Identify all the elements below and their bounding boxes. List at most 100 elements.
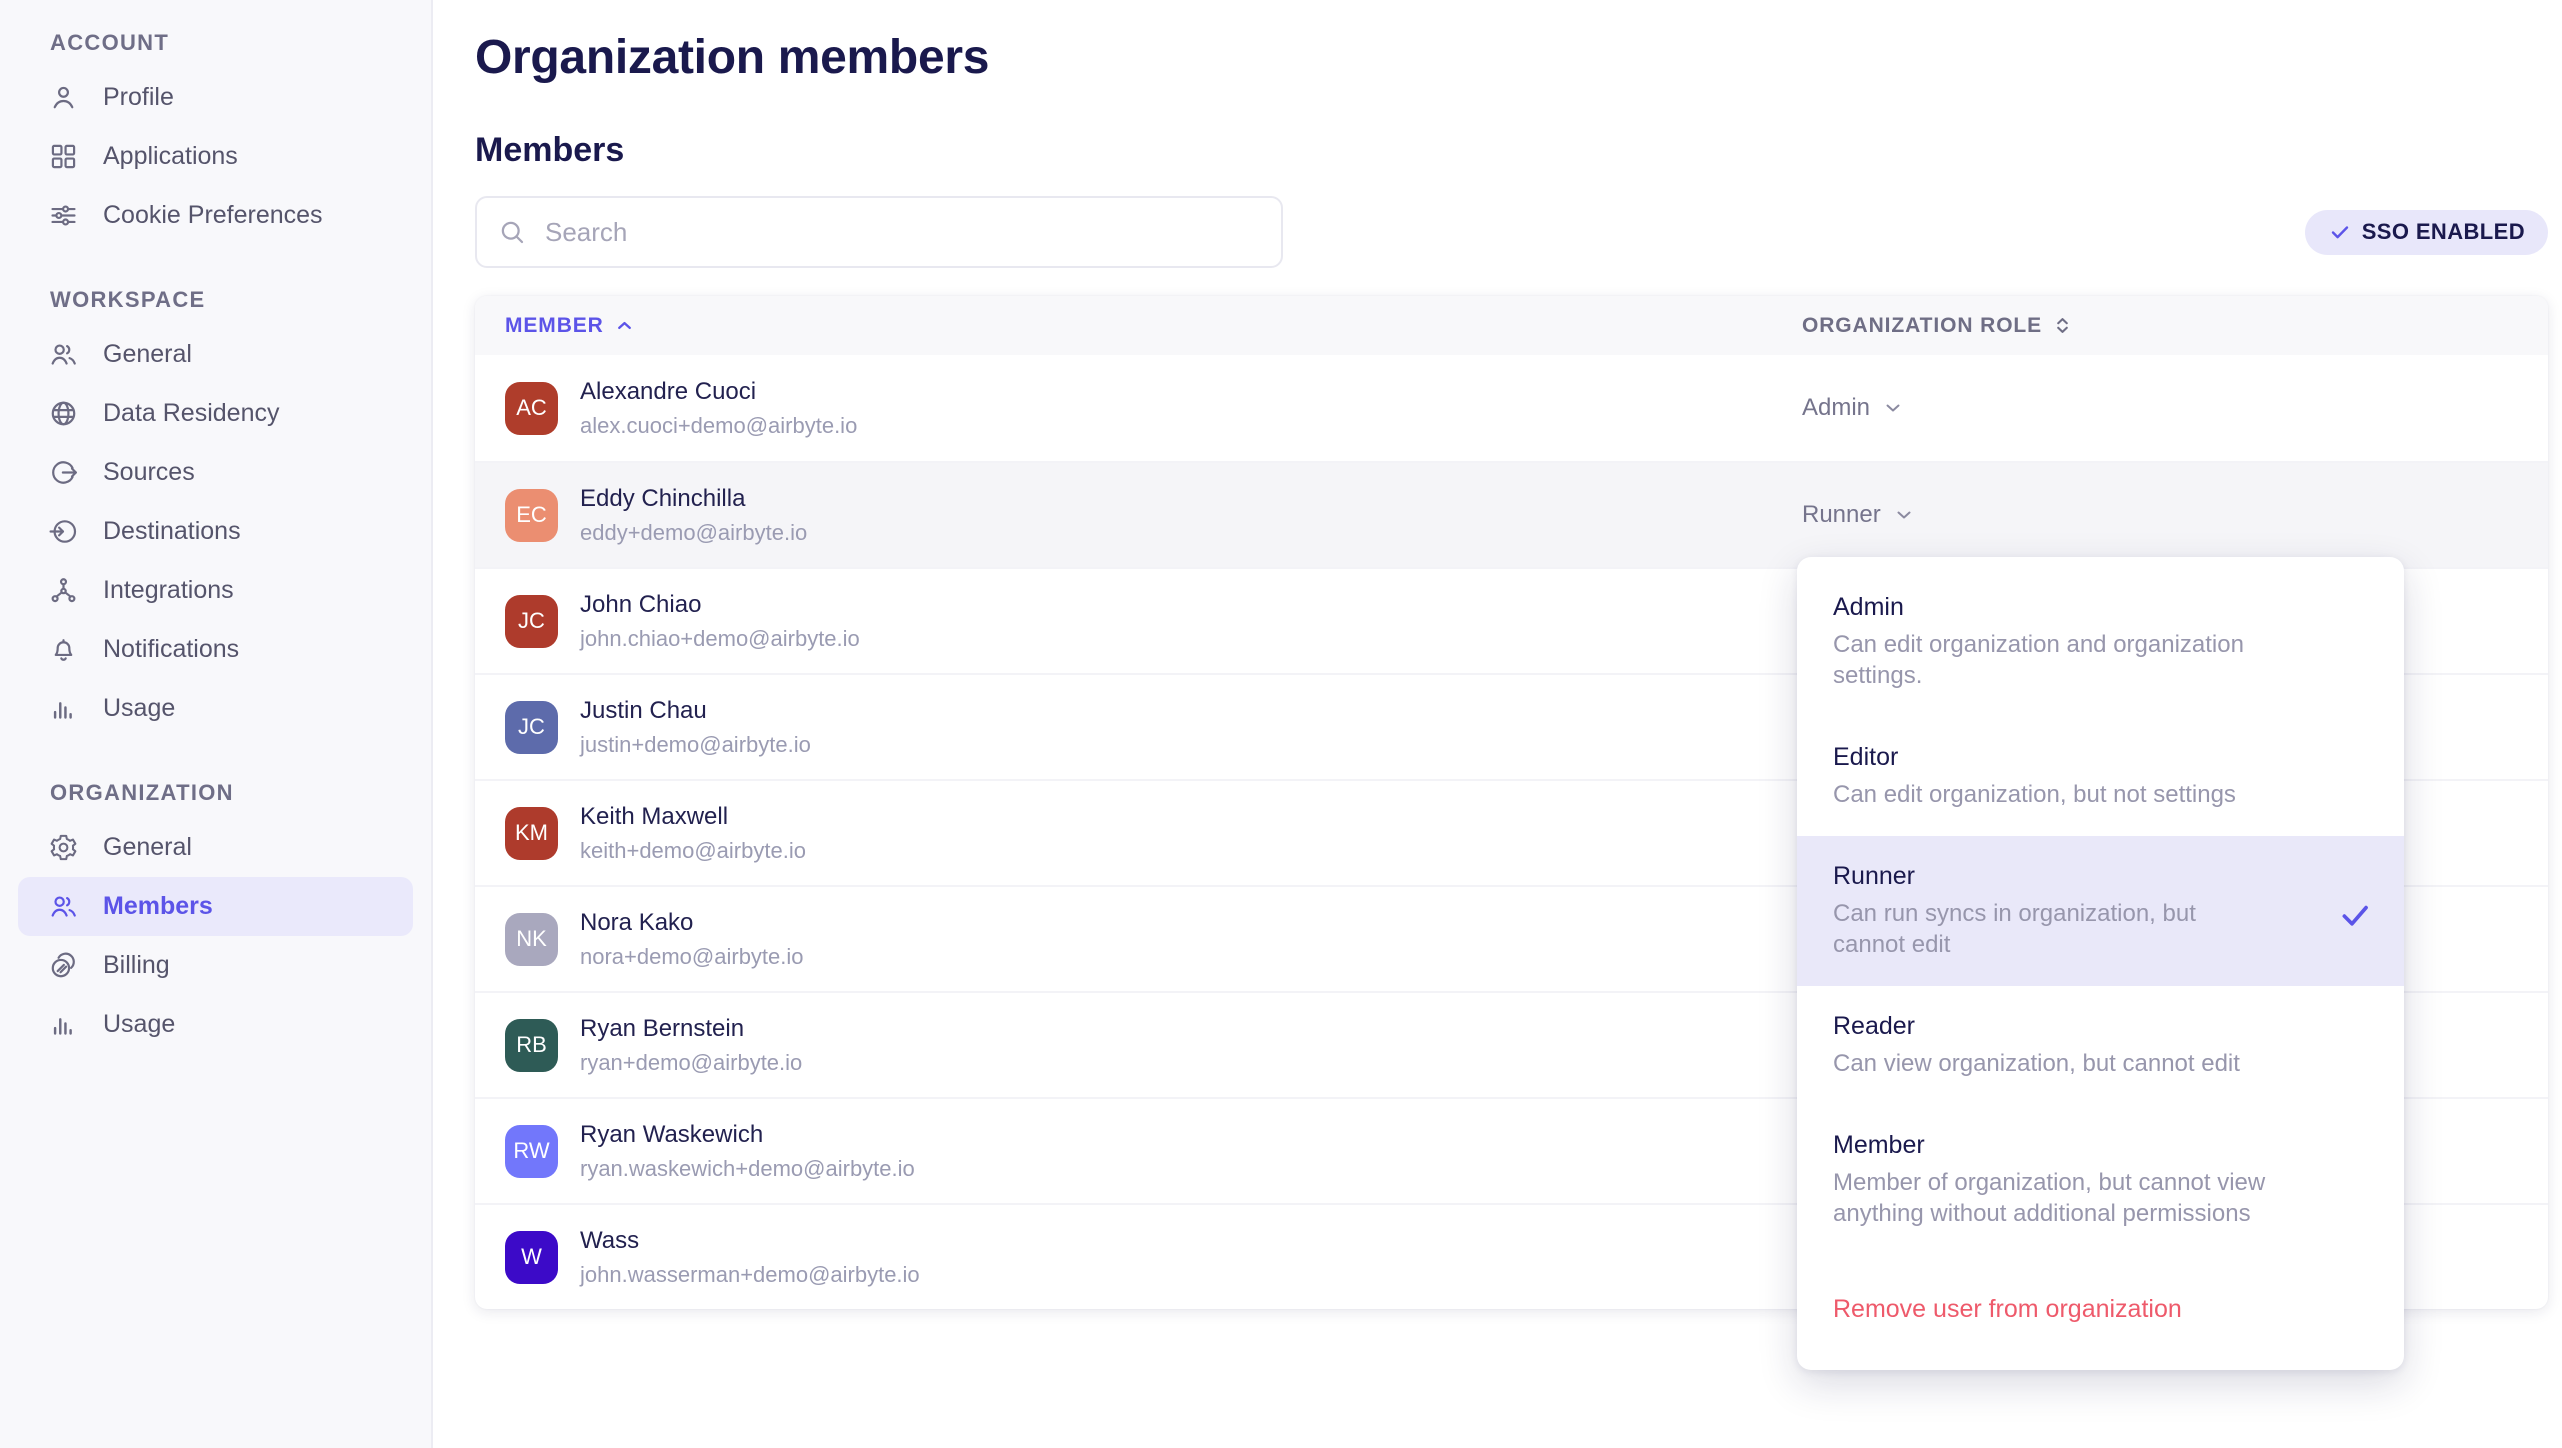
role-option[interactable]: Editor Can edit organization, but not se… xyxy=(1797,717,2404,836)
sidebar-item[interactable]: Usage xyxy=(18,679,413,738)
sidebar-item-icon xyxy=(48,339,79,370)
member-identity: Alexandre Cuoci alex.cuoci+demo@airbyte.… xyxy=(580,378,857,439)
role-option[interactable]: Admin Can edit organization and organiza… xyxy=(1797,567,2404,717)
member-name: Ryan Bernstein xyxy=(580,1015,802,1043)
sidebar-item[interactable]: Applications xyxy=(18,127,413,186)
sidebar-item-icon xyxy=(48,516,79,547)
sidebar-section-organization: ORGANIZATION General Members Billing Usa… xyxy=(18,780,413,1054)
sidebar-section-workspace: WORKSPACE General Data Residency Sources… xyxy=(18,287,413,738)
member-name: Ryan Waskewich xyxy=(580,1121,915,1149)
check-icon xyxy=(2328,220,2352,244)
settings-sidebar: ACCOUNT Profile Applications Cookie Pref… xyxy=(0,0,433,1448)
sidebar-item[interactable]: Members xyxy=(18,877,413,936)
member-identity: Ryan Waskewich ryan.waskewich+demo@airby… xyxy=(580,1121,915,1182)
avatar: JC xyxy=(505,595,558,648)
search-input[interactable] xyxy=(543,216,1261,249)
member-cell: EC Eddy Chinchilla eddy+demo@airbyte.io xyxy=(475,485,1802,546)
sidebar-item-icon xyxy=(48,200,79,231)
sidebar-item[interactable]: Cookie Preferences xyxy=(18,186,413,245)
member-name: Alexandre Cuoci xyxy=(580,378,857,406)
sidebar-item[interactable]: Usage xyxy=(18,995,413,1054)
table-row: AC Alexandre Cuoci alex.cuoci+demo@airby… xyxy=(475,355,2548,461)
role-option[interactable]: Member Member of organization, but canno… xyxy=(1797,1105,2404,1255)
sidebar-item[interactable]: Sources xyxy=(18,443,413,502)
section-label-organization: ORGANIZATION xyxy=(50,780,413,806)
member-name: John Chiao xyxy=(580,591,860,619)
sidebar-item-label: Members xyxy=(103,892,213,921)
search-icon xyxy=(497,217,527,247)
member-identity: Ryan Bernstein ryan+demo@airbyte.io xyxy=(580,1015,802,1076)
member-email: justin+demo@airbyte.io xyxy=(580,732,811,758)
sidebar-item-label: Sources xyxy=(103,458,195,487)
sidebar-item-label: Cookie Preferences xyxy=(103,201,323,230)
role-option[interactable]: Reader Can view organization, but cannot… xyxy=(1797,986,2404,1105)
avatar: RW xyxy=(505,1125,558,1178)
sidebar-item[interactable]: General xyxy=(18,325,413,384)
sidebar-item[interactable]: Billing xyxy=(18,936,413,995)
chevron-down-icon xyxy=(1881,396,1905,420)
sidebar-item-icon xyxy=(48,832,79,863)
member-email: ryan+demo@airbyte.io xyxy=(580,1050,802,1076)
member-cell: KM Keith Maxwell keith+demo@airbyte.io xyxy=(475,803,1802,864)
sidebar-item-icon xyxy=(48,575,79,606)
role-value: Admin xyxy=(1802,394,1870,422)
sidebar-item[interactable]: Profile xyxy=(18,68,413,127)
table-row: EC Eddy Chinchilla eddy+demo@airbyte.io … xyxy=(475,461,2548,567)
section-label-workspace: WORKSPACE xyxy=(50,287,413,313)
avatar: EC xyxy=(505,489,558,542)
member-identity: John Chiao john.chiao+demo@airbyte.io xyxy=(580,591,860,652)
role-dropdown-trigger[interactable]: Admin xyxy=(1802,394,1905,422)
sidebar-item-label: Profile xyxy=(103,83,174,112)
role-option[interactable]: Runner Can run syncs in organization, bu… xyxy=(1797,836,2404,986)
sidebar-item-icon xyxy=(48,693,79,724)
sidebar-item-label: Applications xyxy=(103,142,238,171)
avatar: RB xyxy=(505,1019,558,1072)
member-email: alex.cuoci+demo@airbyte.io xyxy=(580,413,857,439)
role-option-title: Reader xyxy=(1833,1012,2368,1041)
member-identity: Eddy Chinchilla eddy+demo@airbyte.io xyxy=(580,485,807,546)
section-label-account: ACCOUNT xyxy=(50,30,413,56)
remove-user-button[interactable]: Remove user from organization xyxy=(1797,1269,2404,1358)
member-cell: RW Ryan Waskewich ryan.waskewich+demo@ai… xyxy=(475,1121,1802,1182)
sidebar-item[interactable]: Destinations xyxy=(18,502,413,561)
member-identity: Nora Kako nora+demo@airbyte.io xyxy=(580,909,804,970)
sidebar-item-icon xyxy=(48,82,79,113)
member-identity: Justin Chau justin+demo@airbyte.io xyxy=(580,697,811,758)
role-option-title: Editor xyxy=(1833,743,2368,772)
column-header-role[interactable]: ORGANIZATION ROLE xyxy=(1802,314,2074,338)
role-dropdown-menu: Admin Can edit organization and organiza… xyxy=(1797,557,2404,1370)
role-option-title: Admin xyxy=(1833,593,2368,622)
sidebar-item[interactable]: Data Residency xyxy=(18,384,413,443)
member-name: Nora Kako xyxy=(580,909,804,937)
avatar: AC xyxy=(505,382,558,435)
avatar: NK xyxy=(505,913,558,966)
member-email: john.wasserman+demo@airbyte.io xyxy=(580,1262,920,1288)
main-content: Organization members Members SSO ENABLED… xyxy=(433,0,2562,1448)
sidebar-item[interactable]: Integrations xyxy=(18,561,413,620)
role-option-description: Can edit organization and organization s… xyxy=(1833,629,2368,691)
sso-badge-label: SSO ENABLED xyxy=(2362,219,2525,245)
member-email: eddy+demo@airbyte.io xyxy=(580,520,807,546)
member-cell: JC Justin Chau justin+demo@airbyte.io xyxy=(475,697,1802,758)
sidebar-item-label: Notifications xyxy=(103,635,239,664)
sso-enabled-badge: SSO ENABLED xyxy=(2305,210,2548,255)
sidebar-item-label: Destinations xyxy=(103,517,241,546)
sidebar-item-label: Usage xyxy=(103,1010,175,1039)
avatar: KM xyxy=(505,807,558,860)
member-cell: W Wass john.wasserman+demo@airbyte.io xyxy=(475,1227,1802,1288)
member-email: john.chiao+demo@airbyte.io xyxy=(580,626,860,652)
column-header-member[interactable]: MEMBER xyxy=(475,314,1802,338)
sidebar-item-icon xyxy=(48,634,79,665)
role-dropdown-trigger[interactable]: Runner xyxy=(1802,501,1916,529)
sidebar-item[interactable]: Notifications xyxy=(18,620,413,679)
member-email: keith+demo@airbyte.io xyxy=(580,838,806,864)
member-cell: RB Ryan Bernstein ryan+demo@airbyte.io xyxy=(475,1015,1802,1076)
member-cell: JC John Chiao john.chiao+demo@airbyte.io xyxy=(475,591,1802,652)
sort-ascending-icon xyxy=(613,314,636,337)
role-option-title: Member xyxy=(1833,1131,2368,1160)
sidebar-item-icon xyxy=(48,1009,79,1040)
member-email: nora+demo@airbyte.io xyxy=(580,944,804,970)
sidebar-item-icon xyxy=(48,457,79,488)
member-name: Keith Maxwell xyxy=(580,803,806,831)
sidebar-item[interactable]: General xyxy=(18,818,413,877)
